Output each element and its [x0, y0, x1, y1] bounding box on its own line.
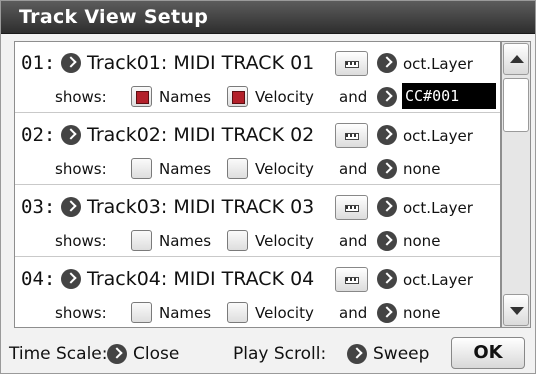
names-checkbox[interactable]: [131, 302, 152, 323]
cc-popup-icon[interactable]: [377, 87, 397, 107]
layer-popup-icon[interactable]: [377, 125, 397, 145]
keyboard-icon: [345, 61, 359, 68]
keyboard-button[interactable]: [335, 195, 368, 220]
track-row: 04: Track04: MIDI TRACK 04 oct.Layer sho…: [15, 258, 500, 327]
names-label: Names: [159, 304, 212, 322]
cc-value: none: [403, 304, 441, 322]
time-scale-label: Time Scale:: [9, 344, 108, 364]
names-checkbox[interactable]: [131, 86, 152, 107]
layer-value: oct.Layer: [403, 127, 473, 145]
and-label: and: [339, 160, 368, 178]
names-label: Names: [159, 232, 212, 250]
track-number: 02:: [21, 124, 56, 146]
names-label: Names: [159, 160, 212, 178]
velocity-label: Velocity: [255, 88, 314, 106]
scroll-up-button[interactable]: [503, 43, 529, 75]
shows-label: shows:: [55, 160, 107, 178]
keyboard-button[interactable]: [335, 267, 368, 292]
and-label: and: [339, 304, 368, 322]
dialog-title: Track View Setup: [19, 6, 209, 28]
velocity-checkbox[interactable]: [227, 230, 248, 251]
cc-value[interactable]: CC#001: [402, 83, 496, 109]
time-scale-value: Close: [133, 344, 180, 364]
time-scale-popup-icon[interactable]: [107, 344, 127, 364]
keyboard-icon: [345, 133, 359, 140]
footer: Time Scale: Close Play Scroll: Sweep OK: [1, 335, 535, 371]
velocity-checkbox[interactable]: [227, 158, 248, 179]
velocity-label: Velocity: [255, 160, 314, 178]
track-number: 01:: [21, 52, 56, 74]
keyboard-icon: [345, 277, 359, 284]
cc-value: none: [403, 160, 441, 178]
play-scroll-label: Play Scroll:: [233, 344, 327, 364]
track-row: 02: Track02: MIDI TRACK 02 oct.Layer sho…: [15, 114, 500, 185]
track-view-setup-dialog: Track View Setup 01: Track01: MIDI TRACK…: [0, 0, 536, 374]
layer-popup-icon[interactable]: [377, 197, 397, 217]
layer-popup-icon[interactable]: [377, 53, 397, 73]
cc-popup-icon[interactable]: [377, 159, 397, 179]
vertical-scrollbar[interactable]: [501, 41, 531, 328]
track-name: Track01: MIDI TRACK 01: [87, 52, 315, 74]
and-label: and: [339, 232, 368, 250]
scroll-down-button[interactable]: [503, 294, 529, 326]
and-label: and: [339, 88, 368, 106]
velocity-label: Velocity: [255, 304, 314, 322]
keyboard-button[interactable]: [335, 123, 368, 148]
velocity-label: Velocity: [255, 232, 314, 250]
cc-popup-icon[interactable]: [377, 303, 397, 323]
arrow-down-icon: [510, 307, 524, 315]
track-row: 03: Track03: MIDI TRACK 03 oct.Layer sho…: [15, 186, 500, 257]
track-select-popup-icon[interactable]: [61, 269, 81, 289]
names-checkbox[interactable]: [131, 230, 152, 251]
arrow-up-icon: [510, 55, 524, 63]
velocity-checkbox[interactable]: [227, 302, 248, 323]
play-scroll-value: Sweep: [373, 344, 430, 364]
track-name: Track04: MIDI TRACK 04: [87, 268, 315, 290]
track-select-popup-icon[interactable]: [61, 53, 81, 73]
cc-value: none: [403, 232, 441, 250]
track-name: Track03: MIDI TRACK 03: [87, 196, 315, 218]
scroll-thumb[interactable]: [503, 78, 529, 132]
track-select-popup-icon[interactable]: [61, 197, 81, 217]
track-number: 03:: [21, 196, 56, 218]
track-row: 01: Track01: MIDI TRACK 01 oct.Layer sho…: [15, 42, 500, 113]
track-list: 01: Track01: MIDI TRACK 01 oct.Layer sho…: [14, 41, 501, 328]
layer-popup-icon[interactable]: [377, 269, 397, 289]
layer-value: oct.Layer: [403, 55, 473, 73]
layer-value: oct.Layer: [403, 199, 473, 217]
track-number: 04:: [21, 268, 56, 290]
keyboard-button[interactable]: [335, 51, 368, 76]
layer-value: oct.Layer: [403, 271, 473, 289]
shows-label: shows:: [55, 304, 107, 322]
keyboard-icon: [345, 205, 359, 212]
names-label: Names: [159, 88, 212, 106]
shows-label: shows:: [55, 88, 107, 106]
track-name: Track02: MIDI TRACK 02: [87, 124, 315, 146]
ok-button[interactable]: OK: [451, 337, 525, 369]
title-bar: Track View Setup: [1, 1, 535, 34]
names-checkbox[interactable]: [131, 158, 152, 179]
shows-label: shows:: [55, 232, 107, 250]
velocity-checkbox[interactable]: [227, 86, 248, 107]
track-select-popup-icon[interactable]: [61, 125, 81, 145]
play-scroll-popup-icon[interactable]: [347, 344, 367, 364]
cc-popup-icon[interactable]: [377, 231, 397, 251]
